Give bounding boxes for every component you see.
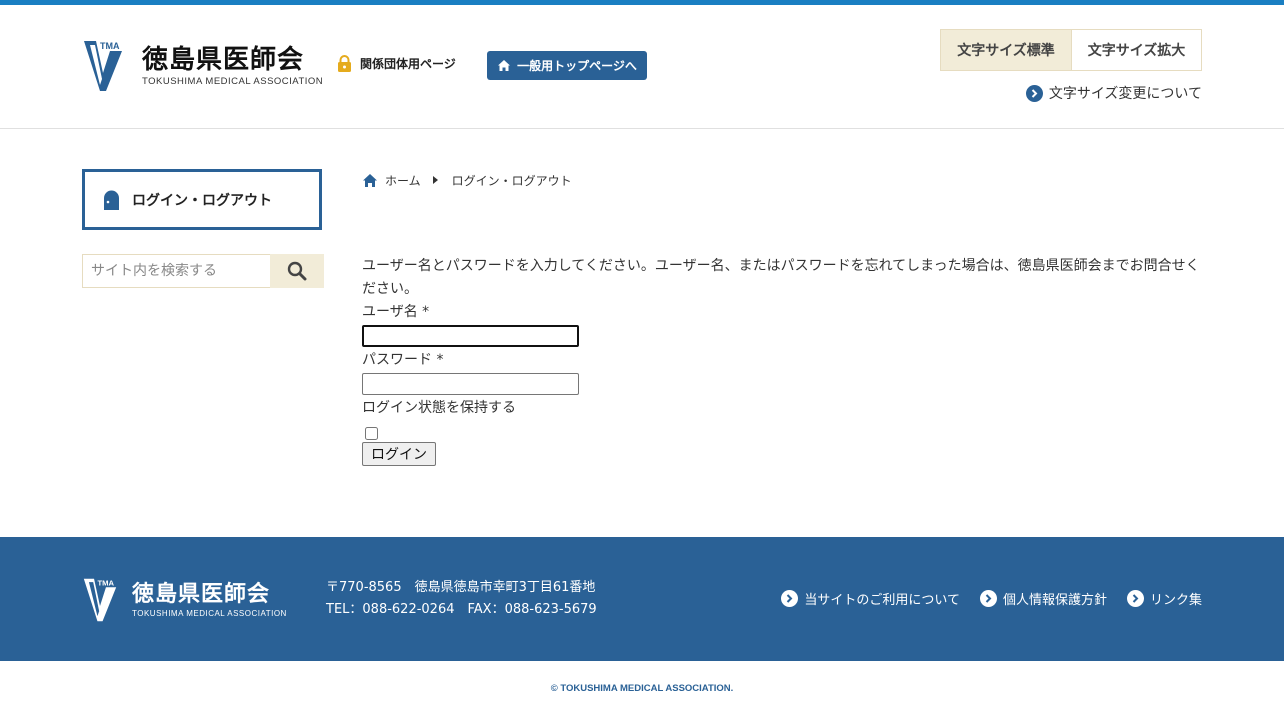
chevron-right-circle-icon [1126,590,1144,607]
footer-link-links[interactable]: リンク集 [1126,589,1202,608]
footer-postal-address: 〒770-8565 徳島県徳島市幸町3丁目61番地 [326,580,596,595]
sidebar-login-logout[interactable]: ログイン・ログアウト [82,169,322,230]
footer-phone-fax: TEL：088-622-0264 FAX：088-623-5679 [326,602,597,617]
footer-links: 当サイトのご利用について 個人情報保護方針 リンク集 [781,589,1202,608]
password-input[interactable] [362,373,579,395]
footer-tma-logo-icon: TMA [83,579,117,622]
home-icon [498,60,511,71]
site-logo[interactable]: TMA 徳島県医師会 TOKUSHIMA MEDICAL ASSOCIATION [82,39,323,93]
footer-logo-mark-text: TMA [97,579,114,588]
footer-link-label: 個人情報保護方針 [1002,593,1107,608]
chevron-right-circle-icon [1025,84,1043,102]
tma-logo-mark-icon: TMA [84,41,122,91]
site-search [82,254,324,288]
members-page-link[interactable]: 関係団体用ページ [337,55,456,72]
logo-name: 徳島県医師会 [142,45,305,75]
username-input[interactable] [362,325,579,347]
main-content: ホーム ログイン・ログアウト ユーザー名とパスワードを入力してください。ユーザー… [362,171,1202,466]
footer-address: 〒770-8565 徳島県徳島市幸町3丁目61番地 TEL：088-622-02… [326,577,597,621]
breadcrumb: ホーム ログイン・ログアウト [362,171,1202,189]
logo-mark-text: TMA [100,41,120,51]
site-footer: TMA 徳島県医師会 TOKUSHIMA MEDICAL ASSOCIATION… [0,537,1284,661]
footer-logo[interactable]: TMA 徳島県医師会 TOKUSHIMA MEDICAL ASSOCIATION [82,577,287,623]
breadcrumb-current: ログイン・ログアウト [451,173,572,188]
font-size-about-label: 文字サイズ変更について [1048,86,1202,102]
members-link-label: 関係団体用ページ [360,57,456,71]
footer-link-label: リンク集 [1149,593,1202,608]
remember-label: ログイン状態を保持する [362,400,516,416]
footer-logo-name: 徳島県医師会 [132,582,271,607]
site-header: TMA 徳島県医師会 TOKUSHIMA MEDICAL ASSOCIATION… [0,5,1284,129]
general-top-label: 一般用トップページへ [517,59,637,73]
username-label: ユーザ名 * [362,304,430,320]
footer-logo-english: TOKUSHIMA MEDICAL ASSOCIATION [132,609,287,618]
chevron-right-circle-icon [979,590,997,607]
font-size-standard-button[interactable]: 文字サイズ標準 [941,30,1071,70]
login-instructions: ユーザー名とパスワードを入力してください。ユーザー名、またはパスワードを忘れてし… [362,258,1200,297]
font-size-switcher: 文字サイズ標準 文字サイズ拡大 [940,29,1202,71]
login-button[interactable]: ログイン [362,442,436,466]
search-icon [287,261,307,281]
login-logout-label: ログイン・ログアウト [132,192,272,209]
lock-icon [338,55,351,72]
password-label: パスワード * [362,352,444,368]
logo-english: TOKUSHIMA MEDICAL ASSOCIATION [142,76,324,87]
footer-link-privacy[interactable]: 個人情報保護方針 [979,589,1107,608]
general-top-button[interactable]: 一般用トップページへ [487,51,647,80]
caret-right-icon [432,176,438,184]
main-area: ログイン・ログアウト ホーム ログイン・ログアウト ユーザー名とパスワードを入力… [0,129,1284,537]
breadcrumb-home-link[interactable]: ホーム [385,172,421,189]
footer-link-site-usage[interactable]: 当サイトのご利用について [781,589,960,608]
font-size-large-button[interactable]: 文字サイズ拡大 [1071,30,1201,70]
font-size-about-link[interactable]: 文字サイズ変更について [1025,83,1202,103]
search-input[interactable] [82,254,270,288]
chevron-right-circle-icon [781,590,799,607]
footer-link-label: 当サイトのご利用について [804,593,960,608]
door-icon [104,190,119,210]
copyright: © TOKUSHIMA MEDICAL ASSOCIATION. [550,683,734,694]
sidebar: ログイン・ログアウト [82,169,324,288]
remember-checkbox[interactable] [365,427,378,440]
breadcrumb-home-icon [363,173,377,187]
search-button[interactable] [270,254,324,288]
